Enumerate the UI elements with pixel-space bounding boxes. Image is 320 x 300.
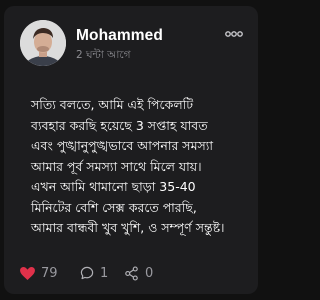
post-body-line: সত্যি বলতে, আমি এই পিকেলটি [31,97,194,112]
post-card: Mohammed 2 ঘন্টা আগে সত্যি বলতে, আমি এই … [4,6,258,294]
post-body: সত্যি বলতে, আমি এই পিকেলটি ব্যবহার করছি … [31,95,253,239]
comment-button[interactable]: 1 [80,262,108,284]
share-button[interactable]: 0 [124,262,153,284]
more-dots-icon[interactable] [224,25,244,37]
comment-count: 1 [100,265,109,281]
share-count: 0 [145,265,154,281]
author-avatar[interactable] [20,20,66,66]
post-body-line: এবং পুঙ্খানুপুঙ্খভাবে আপনার সমস্যা [31,138,214,153]
heart-icon [20,266,35,280]
post-timestamp: 2 ঘন্টা আগে [76,49,131,61]
like-count: 79 [41,265,58,281]
post-actions-bar: 79 1 0 [4,262,258,284]
author-name[interactable]: Mohammed [76,27,163,45]
post-body-line: মিনিটের বেশি সেক্স করতে পারছি, [31,199,197,215]
comment-bubble-icon [80,266,94,280]
post-body-line: ব্যবহার করছি হয়েছে 3 সপ্তাহ যাবত [31,117,208,133]
post-body-line: আমার বান্ধবী খুব খুশি, ও সম্পূর্ণ সন্তুষ… [31,220,225,235]
like-button[interactable]: 79 [20,262,58,284]
post-body-line: আমার পূর্ব সমস্যা সাথে মিলে যায়। [31,158,202,174]
post-body-line: এখন আমি থামানো ছাড়া 35-40 [31,179,196,194]
share-icon [124,265,139,281]
avatar-photo [20,20,66,66]
